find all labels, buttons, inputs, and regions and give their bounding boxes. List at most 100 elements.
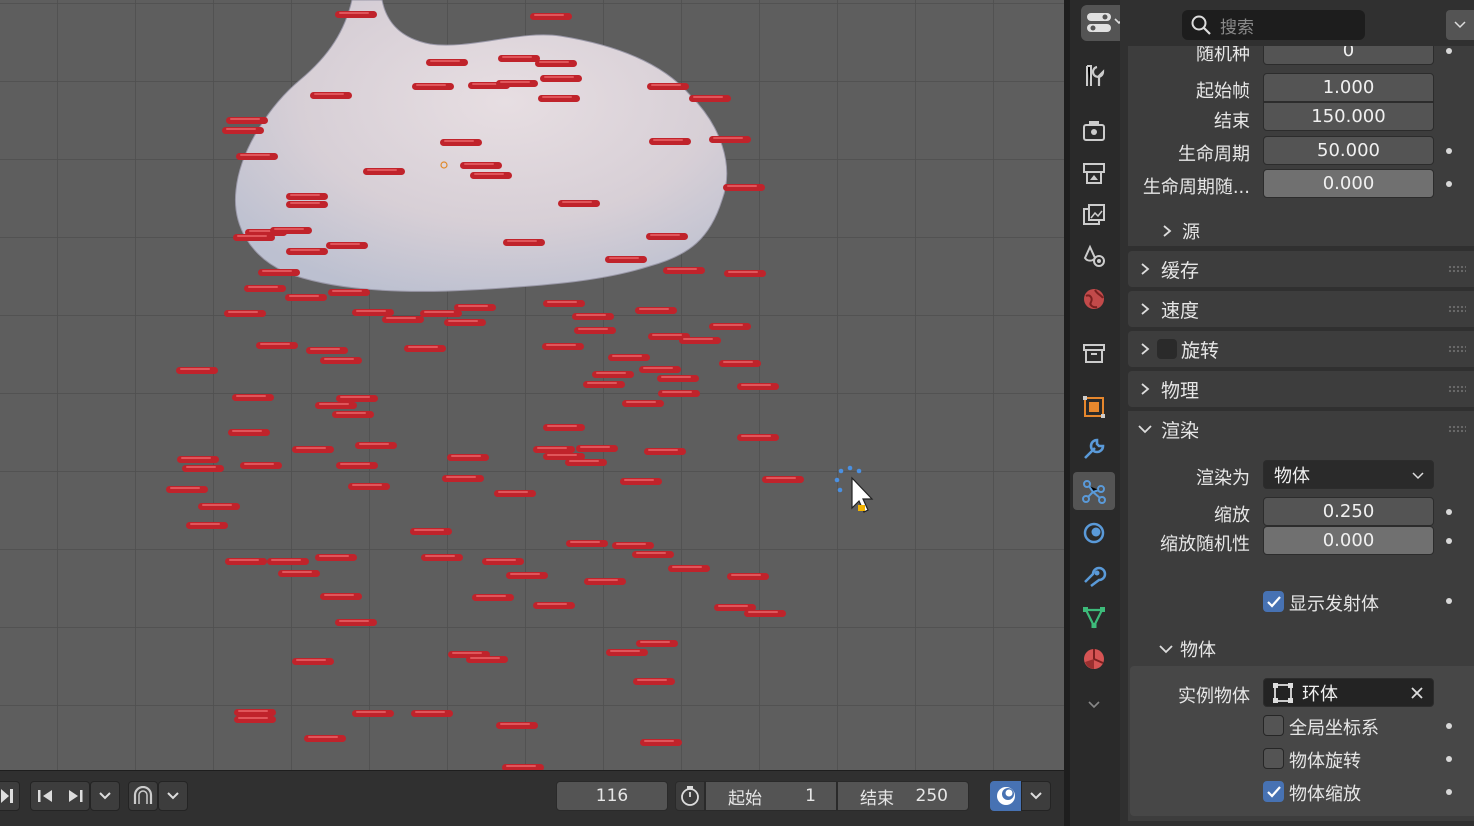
particle-highlight: [639, 308, 669, 310]
particle-highlight: [319, 403, 349, 405]
tab-view-layer[interactable]: [1073, 196, 1115, 234]
keyframe-dot[interactable]: [1446, 48, 1452, 54]
tab-physics[interactable]: [1073, 514, 1115, 552]
stopwatch-icon: [681, 786, 699, 806]
keyframe-dot[interactable]: [1446, 148, 1452, 154]
chevron-right-icon: [1141, 263, 1150, 275]
viewport-3d[interactable]: [0, 0, 1064, 770]
drag-handle-icon[interactable]: [1448, 345, 1466, 353]
tab-scene[interactable]: [1073, 238, 1115, 276]
panel-cache-label: 缓存: [1161, 259, 1200, 282]
tab-data[interactable]: [1073, 598, 1115, 636]
tab-modifiers[interactable]: [1073, 430, 1115, 468]
particle-highlight: [547, 454, 577, 456]
particle-highlight: [290, 194, 320, 196]
global-coords-checkbox[interactable]: [1263, 715, 1284, 736]
next-keyframe-icon[interactable]: [65, 788, 85, 804]
particle-highlight: [637, 679, 667, 681]
keyframe-dot[interactable]: [1446, 538, 1452, 544]
keyframe-dot[interactable]: [1446, 181, 1452, 187]
particle-highlight: [424, 311, 454, 313]
drag-handle-icon[interactable]: [1448, 385, 1466, 393]
close-icon[interactable]: [1410, 686, 1424, 700]
scene-icon: [1083, 244, 1105, 267]
prev-keyframe-icon[interactable]: [36, 788, 56, 804]
tab-render[interactable]: [1073, 112, 1115, 150]
particle-highlight: [652, 334, 682, 336]
playback-sync-button[interactable]: [990, 781, 1022, 811]
render-as-dropdown[interactable]: 物体: [1263, 460, 1434, 489]
particle-highlight: [644, 740, 674, 742]
keyframe-dot[interactable]: [1446, 598, 1452, 604]
start-frame-label: 起始: [728, 788, 762, 809]
particle-highlight: [330, 243, 360, 245]
keying-dropdown[interactable]: [158, 781, 188, 811]
particle-highlight: [415, 711, 445, 713]
particle-highlight: [507, 240, 537, 242]
panel-velocity-header[interactable]: 速度: [1128, 291, 1474, 327]
drag-handle-icon[interactable]: [1448, 425, 1466, 433]
tab-collection[interactable]: [1073, 334, 1115, 372]
rotation-enable-checkbox[interactable]: [1157, 339, 1177, 359]
playback-dropdown[interactable]: [90, 781, 120, 811]
search-input[interactable]: 搜索: [1182, 10, 1365, 40]
keyframe-dot[interactable]: [1446, 789, 1452, 795]
object-rotation-checkbox[interactable]: [1263, 748, 1284, 769]
tab-material[interactable]: [1073, 640, 1115, 678]
particle-highlight: [470, 657, 500, 659]
frame-end-field[interactable]: 150.000: [1263, 102, 1434, 131]
end-frame-field[interactable]: 结束 250: [837, 781, 969, 811]
particle-highlight: [232, 430, 262, 432]
particle-highlight: [180, 368, 210, 370]
particle-highlight: [643, 367, 673, 369]
show-emitter-checkbox[interactable]: [1263, 591, 1284, 612]
object-scale-checkbox[interactable]: [1263, 781, 1284, 802]
particle-highlight: [713, 324, 743, 326]
chevron-down-icon: [1159, 645, 1173, 654]
tab-particles[interactable]: [1073, 472, 1115, 510]
properties-editor: 随机种 0 起始帧 1.000 结束 150.000 生命周期 50.000 生…: [1120, 0, 1474, 826]
tab-constraints[interactable]: [1073, 556, 1115, 594]
constraints-icon: [1084, 566, 1107, 587]
lifetime-random-field[interactable]: 0.000: [1263, 169, 1434, 198]
emitter-mesh[interactable]: [234, 0, 728, 292]
particle-highlight: [713, 137, 743, 139]
options-dropdown[interactable]: [1446, 10, 1474, 40]
jump-end-button[interactable]: [0, 781, 20, 811]
keyframe-dot[interactable]: [1446, 723, 1452, 729]
instance-object-field[interactable]: 环体: [1263, 678, 1434, 707]
scale-field[interactable]: 0.250: [1263, 497, 1434, 526]
lifetime-field[interactable]: 50.000: [1263, 136, 1434, 165]
tab-output[interactable]: [1073, 154, 1115, 192]
particle-highlight: [693, 96, 723, 98]
particle-highlight: [661, 376, 691, 378]
current-frame-field[interactable]: 116: [556, 781, 668, 811]
panel-rotation-header[interactable]: 旋转: [1128, 331, 1474, 367]
scale-random-field[interactable]: 0.000: [1263, 526, 1434, 555]
particle-highlight: [547, 301, 577, 303]
drag-handle-icon[interactable]: [1448, 265, 1466, 273]
frame-start-field[interactable]: 1.000: [1263, 73, 1434, 102]
sync-dropdown[interactable]: [1021, 781, 1051, 811]
particle-highlight: [727, 185, 757, 187]
particle-highlight: [408, 346, 438, 348]
tab-tool[interactable]: [1073, 57, 1115, 95]
start-frame-field[interactable]: 起始 1: [705, 781, 837, 811]
preview-range-toggle[interactable]: [675, 781, 705, 811]
panel-physics-header[interactable]: 物理: [1128, 371, 1474, 407]
chevron-down-icon: [1138, 425, 1152, 434]
keyframe-dot[interactable]: [1446, 756, 1452, 762]
tabs-more-button[interactable]: [1073, 690, 1115, 720]
auto-keying-button[interactable]: [128, 781, 158, 811]
particle-highlight: [240, 154, 270, 156]
particle-highlight: [332, 290, 362, 292]
tab-object[interactable]: [1073, 388, 1115, 426]
tab-world[interactable]: [1073, 280, 1115, 318]
source-subpanel-header[interactable]: 源: [1160, 218, 1200, 244]
panel-cache-header[interactable]: 缓存: [1128, 251, 1474, 287]
drag-handle-icon[interactable]: [1448, 305, 1466, 313]
keyframe-dot[interactable]: [1446, 509, 1452, 515]
particle-highlight: [474, 173, 504, 175]
object-subpanel-header[interactable]: 物体: [1158, 636, 1216, 662]
panel-render-header[interactable]: 渲染: [1128, 411, 1474, 447]
